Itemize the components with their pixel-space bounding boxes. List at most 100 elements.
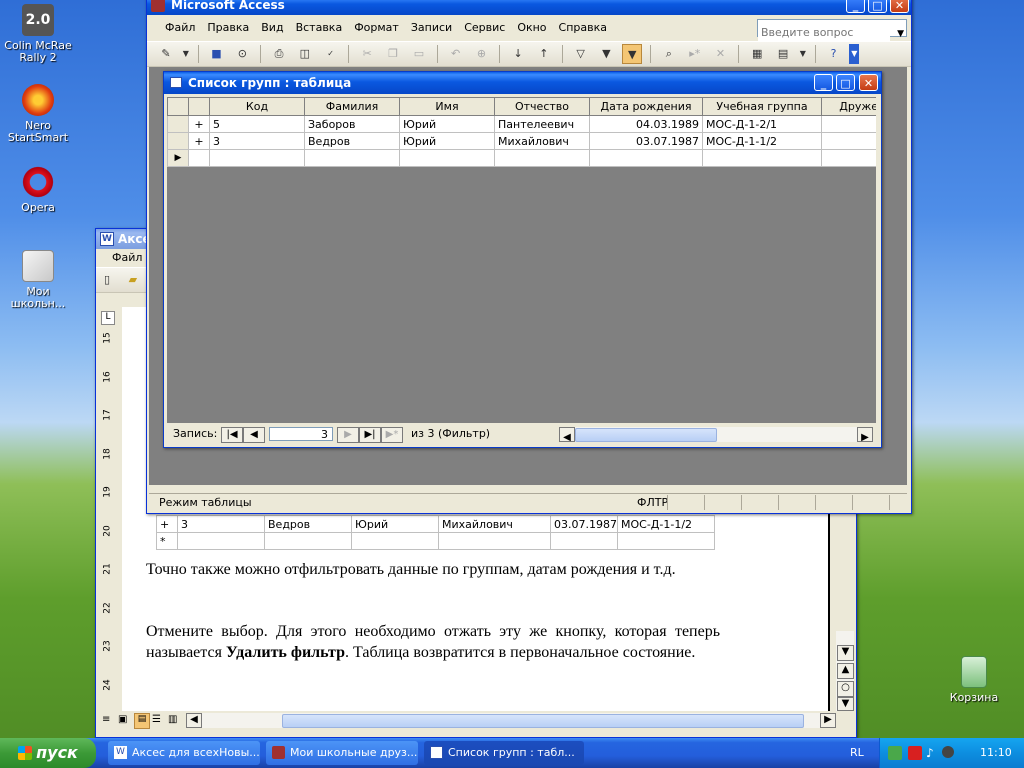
volume-icon[interactable]: ♪ bbox=[926, 746, 934, 760]
sort-descending-icon[interactable]: ↑ bbox=[534, 44, 554, 64]
column-header[interactable]: Учебная группа bbox=[702, 97, 822, 116]
menu-item[interactable]: Окно bbox=[511, 15, 552, 41]
spelling-icon[interactable]: ✓ bbox=[321, 44, 341, 64]
cell-surname[interactable]: Ведров bbox=[304, 132, 400, 150]
table-cell[interactable] bbox=[821, 149, 876, 167]
cell-surname[interactable]: Заборов bbox=[304, 115, 400, 133]
table-cell[interactable] bbox=[188, 149, 210, 167]
web-view-icon[interactable]: ▣ bbox=[118, 714, 127, 725]
scroll-thumb[interactable] bbox=[282, 714, 804, 728]
table-row[interactable]: + 5 Заборов Юрий Пантелеевич 04.03.1989 … bbox=[167, 115, 876, 133]
scroll-right-button[interactable]: ▶ bbox=[820, 713, 836, 728]
undo-icon[interactable]: ↶ bbox=[446, 44, 466, 64]
network-icon[interactable] bbox=[888, 746, 902, 760]
new-record-icon[interactable]: ▸* bbox=[685, 44, 705, 64]
menu-item[interactable]: Правка bbox=[201, 15, 255, 41]
language-indicator[interactable]: RL bbox=[850, 746, 864, 759]
row-selector[interactable] bbox=[167, 132, 189, 150]
view-design-icon[interactable]: ✎ bbox=[156, 44, 176, 64]
menu-item[interactable]: Вставка bbox=[290, 15, 349, 41]
cell-name[interactable]: Юрий bbox=[399, 115, 495, 133]
column-header[interactable]: Фамилия bbox=[304, 97, 400, 116]
column-header[interactable]: Имя bbox=[399, 97, 495, 116]
menu-item[interactable]: Вид bbox=[255, 15, 289, 41]
column-header[interactable]: Код bbox=[209, 97, 305, 116]
table-row[interactable]: + 3 Ведров Юрий Михайлович 03.07.1987 МО… bbox=[167, 132, 876, 150]
outline-view-icon[interactable]: ☰ bbox=[152, 714, 161, 725]
database-window-icon[interactable]: ▦ bbox=[747, 44, 767, 64]
cell-group[interactable]: МОС-Д-1-1/2 bbox=[702, 132, 822, 150]
new-object-icon[interactable]: ▤ bbox=[773, 44, 793, 64]
table-cell[interactable] bbox=[589, 149, 703, 167]
word-menu-file[interactable]: Файл bbox=[96, 249, 148, 267]
cell-group[interactable]: МОС-Д-1-2/1 bbox=[702, 115, 822, 133]
datasheet-horizontal-scrollbar[interactable]: ◀ ▶ bbox=[559, 427, 873, 443]
help-question-input[interactable] bbox=[758, 24, 890, 41]
table-cell[interactable] bbox=[494, 149, 590, 167]
paste-icon[interactable]: ▭ bbox=[409, 44, 429, 64]
normal-view-icon[interactable]: ≡ bbox=[102, 714, 110, 725]
table-cell[interactable] bbox=[702, 149, 822, 167]
desktop-icon-nero[interactable]: Nero StartSmart bbox=[2, 84, 74, 144]
desktop-icon-colin-mcrae[interactable]: 2.0 Colin McRae Rally 2 bbox=[2, 4, 74, 64]
minimize-button[interactable]: _ bbox=[814, 74, 833, 91]
prev-page-button[interactable]: ▲ bbox=[837, 663, 854, 679]
print-preview-icon[interactable]: ◫ bbox=[295, 44, 315, 64]
taskbar-item-word[interactable]: W Аксес для всехНовы... bbox=[108, 741, 260, 765]
row-expand-button[interactable]: + bbox=[188, 132, 210, 150]
filter-by-form-icon[interactable]: ▼ bbox=[596, 44, 616, 64]
access-title-bar[interactable]: Microsoft Access _ □ ✕ bbox=[147, 0, 911, 15]
apply-filter-icon[interactable]: ▼ bbox=[622, 44, 643, 64]
desktop-icon-recycle-bin[interactable]: Корзина bbox=[938, 656, 1010, 704]
cell-name[interactable]: Юрий bbox=[399, 132, 495, 150]
hyperlink-icon[interactable]: ⊕ bbox=[471, 44, 491, 64]
table-cell[interactable] bbox=[209, 149, 305, 167]
close-button[interactable]: ✕ bbox=[859, 74, 878, 91]
cell-extra[interactable] bbox=[821, 132, 876, 150]
save-icon[interactable]: ■ bbox=[206, 44, 226, 64]
scroll-left-button[interactable]: ◀ bbox=[186, 713, 202, 728]
close-button[interactable]: ✕ bbox=[890, 0, 909, 13]
filter-by-selection-icon[interactable]: ▽ bbox=[571, 44, 591, 64]
table-cell[interactable] bbox=[304, 149, 400, 167]
start-button[interactable]: пуск bbox=[0, 738, 96, 768]
tray-app-icon[interactable] bbox=[942, 746, 954, 758]
scroll-right-button[interactable]: ▶ bbox=[857, 427, 873, 443]
taskbar-item-table[interactable]: Список групп : табл... bbox=[424, 741, 584, 765]
sort-ascending-icon[interactable]: ↓ bbox=[508, 44, 528, 64]
next-record-button[interactable]: ▶ bbox=[337, 427, 359, 443]
last-record-button[interactable]: ▶| bbox=[359, 427, 381, 443]
dropdown-arrow-icon[interactable]: ▼ bbox=[799, 44, 807, 64]
help-icon[interactable]: ? bbox=[824, 44, 844, 64]
browse-object-button[interactable]: ○ bbox=[837, 681, 854, 697]
new-record-row[interactable]: ▶ bbox=[167, 149, 876, 167]
scroll-thumb[interactable] bbox=[575, 428, 717, 442]
first-record-button[interactable]: |◀ bbox=[221, 427, 243, 443]
taskbar-item-access-db[interactable]: Мои школьные друз... bbox=[266, 741, 418, 765]
cell-extra[interactable] bbox=[821, 115, 876, 133]
select-all-corner[interactable] bbox=[167, 97, 189, 116]
cell-code[interactable]: 3 bbox=[209, 132, 305, 150]
desktop-icon-my-schools[interactable]: Мои школьн... bbox=[2, 250, 74, 310]
antivirus-icon[interactable] bbox=[908, 746, 922, 760]
menu-item[interactable]: Справка bbox=[553, 15, 613, 41]
tab-stop-selector[interactable]: L bbox=[101, 311, 115, 325]
help-question-box[interactable]: ▼ bbox=[757, 19, 907, 41]
column-header[interactable]: Дружеск bbox=[821, 97, 876, 116]
column-header[interactable]: Дата рождения bbox=[589, 97, 703, 116]
scroll-down-button[interactable]: ▼ bbox=[837, 645, 854, 661]
table-title-bar[interactable]: Список групп : таблица _ □ ✕ bbox=[164, 72, 881, 94]
row-selector[interactable] bbox=[167, 115, 189, 133]
desktop-icon-opera[interactable]: Opera bbox=[2, 166, 74, 214]
print-icon[interactable]: ⎙ bbox=[269, 44, 289, 64]
column-header[interactable]: Отчество bbox=[494, 97, 590, 116]
cell-patronymic[interactable]: Пантелеевич bbox=[494, 115, 590, 133]
table-cell[interactable] bbox=[399, 149, 495, 167]
maximize-button[interactable]: □ bbox=[836, 74, 855, 91]
new-record-button[interactable]: ▶* bbox=[381, 427, 403, 443]
find-icon[interactable]: ⌕ bbox=[659, 44, 679, 64]
word-horizontal-scrollbar[interactable]: ◀ ▶ bbox=[186, 713, 836, 728]
menu-item[interactable]: Файл bbox=[159, 15, 201, 41]
row-expand-button[interactable]: + bbox=[188, 115, 210, 133]
prev-record-button[interactable]: ◀ bbox=[243, 427, 265, 443]
